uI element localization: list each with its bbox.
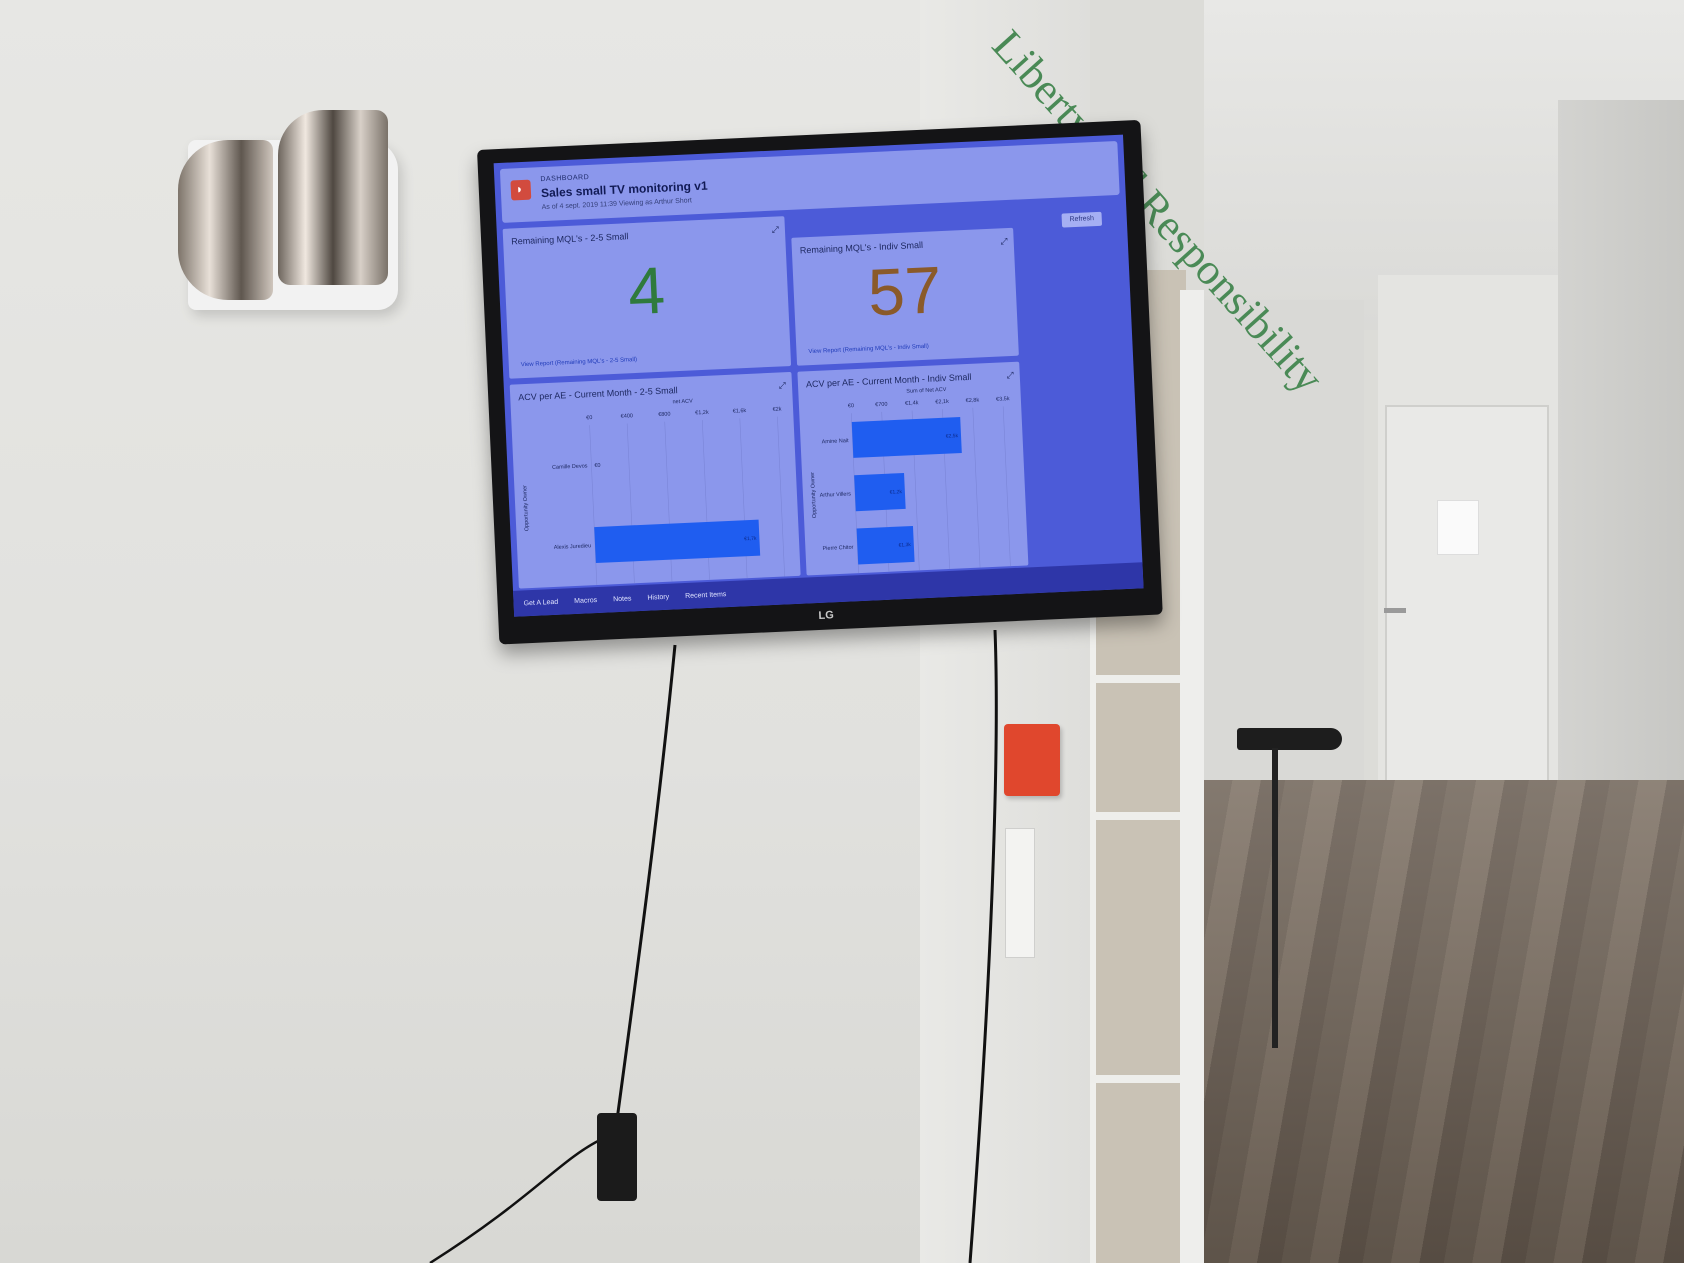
corridor-door[interactable] bbox=[1385, 405, 1549, 784]
data-label: €1,3k bbox=[898, 542, 911, 549]
y-tick-label: Camille Devos bbox=[552, 463, 588, 471]
view-report-link[interactable]: View Report (Remaining MQL's - 2-5 Small… bbox=[521, 357, 638, 368]
grid-line bbox=[972, 407, 981, 568]
y-tick-label: Amine Nait bbox=[822, 438, 850, 445]
x-tick-label: €800 bbox=[658, 411, 671, 418]
x-tick-label: €2k bbox=[773, 406, 782, 412]
data-label: €1,7k bbox=[744, 536, 757, 543]
table-leg bbox=[1272, 748, 1278, 1048]
shelf bbox=[1090, 812, 1180, 820]
grid-line bbox=[1002, 406, 1011, 567]
x-tick-label: €0 bbox=[848, 403, 854, 409]
chart-card-acv-indiv: ACV per AE - Current Month - Indiv Small… bbox=[797, 361, 1029, 576]
standing-table bbox=[1237, 728, 1342, 750]
door-poster bbox=[1437, 500, 1479, 555]
dashboard-screen: DASHBOARD Sales small TV monitoring v1 A… bbox=[493, 134, 1144, 617]
bar bbox=[594, 519, 761, 564]
light-switch[interactable] bbox=[1005, 828, 1035, 958]
dashboard-subtitle: As of 4 sept. 2019 11:39 Viewing as Arth… bbox=[541, 197, 693, 212]
footer-item-macros[interactable]: Macros bbox=[574, 597, 597, 605]
expand-icon[interactable]: ⤢ bbox=[771, 224, 779, 235]
x-tick-label: €1,4k bbox=[905, 400, 919, 407]
metric-card-mql-2-5: Remaining MQL's - 2-5 Small ⤢ 4 View Rep… bbox=[502, 216, 792, 379]
fire-alarm-box[interactable] bbox=[1004, 724, 1060, 796]
y-tick-label: Alexis Juredieu bbox=[554, 543, 592, 551]
dashboard-icon bbox=[510, 179, 532, 201]
wall-tv: LG DASHBOARD Sales small TV monitoring v… bbox=[477, 119, 1164, 665]
x-tick-label: €2,8k bbox=[966, 397, 980, 404]
x-tick-label: €400 bbox=[621, 413, 634, 420]
y-axis-label: Opportunity Owner bbox=[810, 472, 818, 519]
y-tick-label: Arthur Villers bbox=[820, 491, 852, 498]
x-tick-label: €3,5k bbox=[996, 396, 1010, 403]
y-tick-label: Pierre Chitor bbox=[822, 545, 853, 552]
shelf bbox=[1090, 1075, 1180, 1083]
data-label: €1,2k bbox=[890, 489, 903, 496]
tv-logo: LG bbox=[818, 609, 835, 622]
data-label: €2,5k bbox=[946, 433, 959, 440]
footer-item-recent-items[interactable]: Recent Items bbox=[685, 591, 727, 600]
y-axis-label: Opportunity Owner bbox=[522, 485, 530, 532]
door-frame bbox=[1180, 290, 1206, 1263]
wall-lamp bbox=[178, 110, 408, 315]
x-tick-label: €2,1k bbox=[935, 399, 949, 406]
footer-item-notes[interactable]: Notes bbox=[613, 595, 632, 603]
x-tick-label: €1,2k bbox=[695, 410, 709, 417]
footer-item-history[interactable]: History bbox=[647, 593, 669, 601]
x-tick-label: €700 bbox=[875, 402, 888, 409]
footer-item-get-a-lead[interactable]: Get A Lead bbox=[523, 598, 558, 607]
metric-value: 4 bbox=[626, 252, 667, 329]
chart-acv-2-5: net ACV Opportunity Owner €0 €400 €800 €1,2k €… bbox=[522, 398, 785, 586]
chart-acv-indiv: Sum of Net ACV Opportunity Owner €0 €700 €1,… bbox=[810, 387, 1011, 574]
x-tick-label: €1,6k bbox=[733, 408, 747, 415]
grid-line bbox=[777, 416, 785, 577]
metric-card-mql-indiv: Remaining MQL's - Indiv Small ⤢ 57 View … bbox=[791, 227, 1019, 366]
data-label: €0 bbox=[594, 463, 600, 469]
shelf bbox=[1090, 675, 1180, 683]
refresh-button[interactable]: Refresh bbox=[1061, 211, 1103, 228]
view-report-link[interactable]: View Report (Remaining MQL's - Indiv Sma… bbox=[808, 344, 929, 355]
metric-title: Remaining MQL's - 2-5 Small bbox=[510, 231, 629, 247]
dashboard-kicker: DASHBOARD bbox=[540, 173, 590, 184]
door-handle[interactable] bbox=[1384, 608, 1406, 613]
x-axis-label: net ACV bbox=[672, 398, 693, 405]
expand-icon[interactable]: ⤢ bbox=[1000, 236, 1008, 247]
metric-value: 57 bbox=[866, 252, 944, 330]
x-axis-label: Sum of Net ACV bbox=[906, 387, 947, 395]
raspberry-pi-box bbox=[597, 1113, 637, 1201]
x-tick-label: €0 bbox=[586, 415, 592, 421]
chart-card-acv-2-5: ACV per AE - Current Month - 2-5 Small ⤢… bbox=[509, 371, 801, 589]
